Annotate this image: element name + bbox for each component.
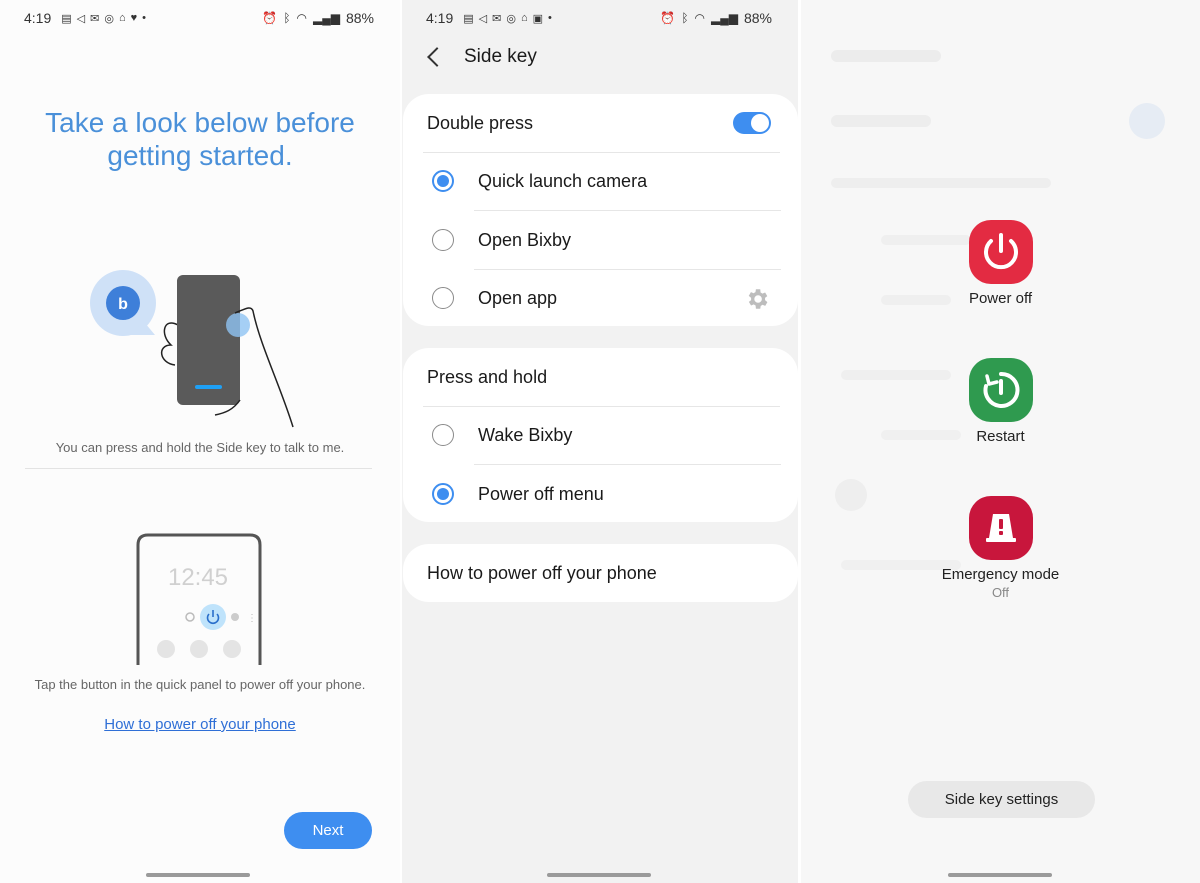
- press-and-hold-card: Press and hold Wake Bixby Power off menu: [403, 348, 798, 522]
- signal-icon: ▂▄▆: [711, 11, 738, 25]
- onboarding-title: Take a look below before getting started…: [0, 106, 400, 172]
- title-line-1: Take a look below before: [45, 107, 355, 138]
- emergency-mode-button[interactable]: [968, 496, 1033, 560]
- alarm-icon: ⏰: [660, 11, 676, 25]
- svg-text:b: b: [118, 296, 128, 313]
- power-off-label: Power off: [968, 290, 1033, 307]
- news-icon: ▤: [463, 12, 474, 25]
- signal-icon: ▂▄▆: [313, 11, 340, 25]
- battery-percent: 88%: [743, 10, 772, 26]
- instagram-icon: ◎: [506, 12, 516, 25]
- home-icon: ⌂: [520, 12, 528, 24]
- double-press-row[interactable]: Double press: [403, 94, 798, 152]
- option-power-off-menu[interactable]: Power off menu: [403, 465, 798, 523]
- search-icon: [185, 612, 195, 622]
- more-notifications-icon: •: [548, 12, 552, 24]
- press-and-hold-label: Press and hold: [427, 366, 548, 387]
- restart-button[interactable]: [968, 358, 1033, 422]
- instagram-icon: ◎: [104, 12, 114, 25]
- mail-icon: ✉: [90, 12, 100, 25]
- title-line-2: getting started.: [107, 140, 293, 171]
- how-to-power-off-link[interactable]: How to power off your phone: [0, 716, 400, 733]
- divider: [25, 468, 372, 469]
- radio-button[interactable]: [432, 424, 454, 446]
- bluetooth-icon: ᛒ: [283, 11, 291, 25]
- image-icon: ▣: [532, 12, 544, 25]
- option-label: Open Bixby: [478, 229, 572, 250]
- restart-label: Restart: [976, 428, 1025, 445]
- side-key-highlight: [226, 313, 250, 337]
- app-header: Side key: [426, 40, 537, 74]
- emergency-icon: [985, 514, 1016, 542]
- quick-panel-illustration: 12:45 ⋮: [136, 533, 262, 665]
- notification-icons: ▤ ◁ ✉ ◎ ⌂ ▣ •: [463, 12, 552, 25]
- quick-panel-caption: Tap the button in the quick panel to pow…: [34, 677, 366, 692]
- status-bar: 4:19 ▤ ◁ ✉ ◎ ⌂ ♥ • ⏰ ᛒ ◠ ▂▄▆ 88%: [24, 8, 374, 28]
- power-icon: [983, 233, 1018, 270]
- power-off-option[interactable]: Power off: [801, 220, 1200, 307]
- double-press-label: Double press: [427, 112, 534, 133]
- alarm-icon: ⏰: [262, 11, 278, 25]
- more-notifications-icon: •: [142, 12, 146, 24]
- bixby-onboarding-screen: 4:19 ▤ ◁ ✉ ◎ ⌂ ♥ • ⏰ ᛒ ◠ ▂▄▆ 88% Take a …: [0, 0, 400, 883]
- gesture-bar[interactable]: [547, 873, 651, 877]
- option-label: Open app: [478, 287, 558, 308]
- emergency-mode-label: Emergency mode: [941, 566, 1060, 583]
- side-key-settings-button[interactable]: Side key settings: [908, 781, 1095, 818]
- side-key-caption: You can press and hold the Side key to t…: [55, 440, 345, 455]
- option-quick-launch-camera[interactable]: Quick launch camera: [403, 152, 798, 210]
- gear-icon: [231, 613, 239, 621]
- how-to-power-off-row[interactable]: How to power off your phone: [403, 544, 798, 602]
- page-title: Side key: [464, 46, 537, 67]
- send-icon: ◁: [76, 12, 86, 25]
- option-label: Power off menu: [478, 483, 604, 504]
- power-off-button[interactable]: [968, 220, 1033, 284]
- side-key-settings-screen: 4:19 ▤ ◁ ✉ ◎ ⌂ ▣ • ⏰ ᛒ ◠ ▂▄▆ 88% Side ke…: [402, 0, 798, 883]
- status-time: 4:19: [426, 10, 454, 26]
- clock-text: 12:45: [168, 564, 228, 591]
- restart-icon: [983, 371, 1019, 408]
- radio-button[interactable]: [432, 287, 454, 309]
- gesture-bar[interactable]: [948, 873, 1052, 877]
- option-label: Quick launch camera: [478, 170, 648, 191]
- gesture-bar[interactable]: [146, 873, 250, 877]
- heart-icon: ♥: [130, 12, 138, 24]
- back-arrow-icon[interactable]: [427, 47, 447, 67]
- emergency-mode-option[interactable]: Emergency mode Off: [801, 496, 1200, 600]
- send-icon: ◁: [478, 12, 488, 25]
- double-press-card: Double press Quick launch camera Open Bi…: [403, 94, 798, 326]
- gear-icon[interactable]: [744, 286, 770, 312]
- side-key-hold-illustration: b: [90, 270, 294, 428]
- emergency-mode-state: Off: [991, 585, 1010, 600]
- restart-option[interactable]: Restart: [801, 358, 1200, 445]
- system-icons: ⏰ ᛒ ◠ ▂▄▆ 88%: [262, 10, 374, 26]
- option-open-app[interactable]: Open app: [403, 269, 798, 327]
- next-button[interactable]: Next: [284, 812, 372, 849]
- double-press-toggle[interactable]: [733, 112, 771, 134]
- how-to-card[interactable]: How to power off your phone: [403, 544, 798, 602]
- option-label: Wake Bixby: [478, 424, 573, 445]
- wifi-icon: ◠: [694, 11, 705, 25]
- news-icon: ▤: [61, 12, 72, 25]
- status-time: 4:19: [24, 10, 52, 26]
- wifi-icon: ◠: [296, 11, 307, 25]
- press-and-hold-header: Press and hold: [403, 348, 798, 406]
- option-wake-bixby[interactable]: Wake Bixby: [403, 406, 798, 464]
- home-icon: ⌂: [118, 12, 126, 24]
- radio-button[interactable]: [432, 229, 454, 251]
- radio-button-selected[interactable]: [432, 483, 454, 505]
- how-to-label: How to power off your phone: [427, 562, 657, 583]
- power-menu-screen: Power off Restart Emergency mode Off Sid…: [801, 0, 1200, 883]
- mail-icon: ✉: [492, 12, 502, 25]
- option-open-bixby[interactable]: Open Bixby: [403, 211, 798, 269]
- status-bar: 4:19 ▤ ◁ ✉ ◎ ⌂ ▣ • ⏰ ᛒ ◠ ▂▄▆ 88%: [426, 8, 772, 28]
- more-icon: ⋮: [247, 613, 257, 624]
- radio-button-selected[interactable]: [432, 170, 454, 192]
- notification-icons: ▤ ◁ ✉ ◎ ⌂ ♥ •: [61, 12, 146, 25]
- battery-percent: 88%: [345, 10, 374, 26]
- system-icons: ⏰ ᛒ ◠ ▂▄▆ 88%: [660, 10, 772, 26]
- bluetooth-icon: ᛒ: [681, 11, 689, 25]
